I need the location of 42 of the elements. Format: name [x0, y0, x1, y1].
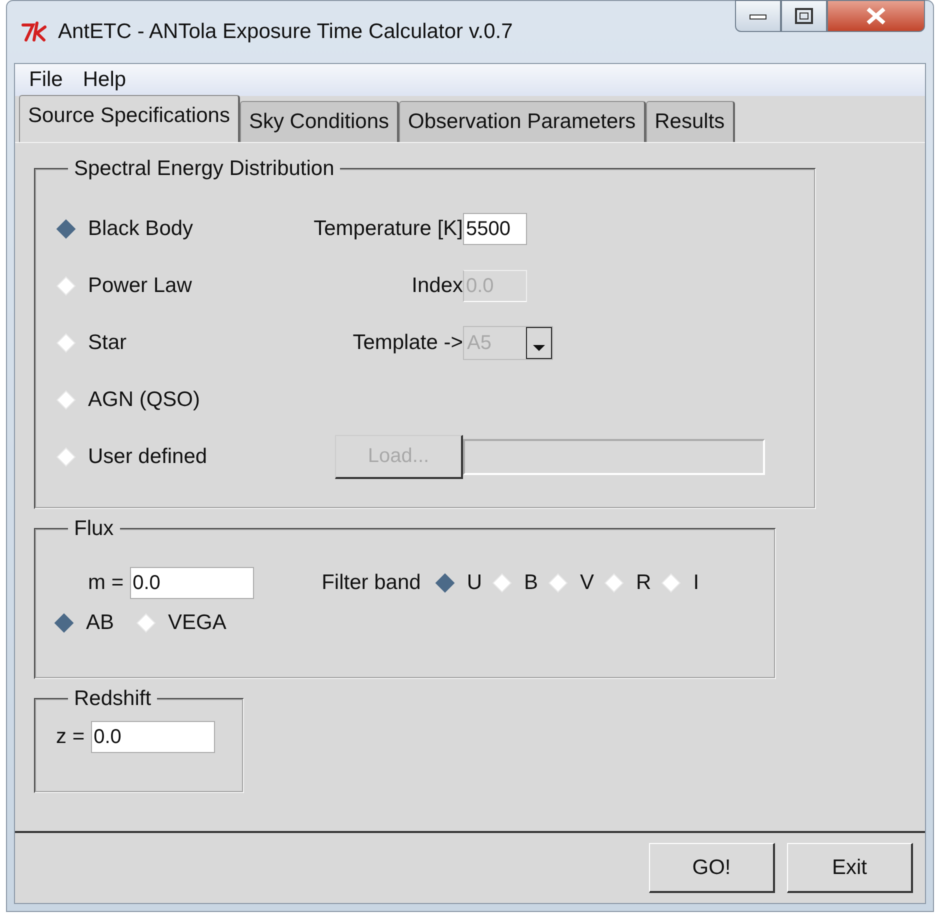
- radio-button[interactable]: [56, 219, 76, 239]
- field-label: Temperature [K]: [312, 217, 463, 241]
- field-label: Template ->: [352, 331, 463, 355]
- tab[interactable]: Observation Parameters: [399, 101, 646, 142]
- action-button[interactable]: Exit: [787, 843, 913, 893]
- option-label: VEGA: [168, 611, 226, 635]
- option-label: V: [580, 571, 594, 595]
- close-button[interactable]: [827, 0, 925, 32]
- tab[interactable]: Source Specifications: [19, 95, 240, 142]
- option-label: I: [693, 571, 700, 595]
- radio-button[interactable]: [54, 613, 74, 633]
- radio-button[interactable]: [434, 573, 455, 593]
- file-path-field[interactable]: [463, 439, 765, 475]
- option-label: B: [524, 571, 538, 595]
- field-label: Filter band: [322, 571, 421, 595]
- maximize-button[interactable]: [781, 0, 827, 32]
- input-field[interactable]: 0.0: [90, 721, 215, 753]
- field-label: m =: [88, 571, 124, 595]
- option-label: Black Body: [88, 217, 194, 241]
- option-label: AB: [86, 611, 114, 635]
- option-label: R: [636, 571, 652, 595]
- option-label: Star: [88, 331, 127, 355]
- close-icon: [865, 7, 887, 25]
- input-field[interactable]: 5500: [463, 213, 527, 245]
- field-label: Index: [410, 274, 463, 298]
- input-field[interactable]: 0.0: [130, 567, 254, 599]
- menu-item[interactable]: File: [21, 68, 71, 92]
- maximize-icon: [795, 8, 813, 24]
- group-title: Redshift: [73, 687, 152, 711]
- option-label: Power Law: [88, 274, 192, 298]
- group-title: Spectral Energy Distribution: [73, 157, 336, 181]
- option-label: U: [466, 571, 482, 595]
- tab[interactable]: Sky Conditions: [240, 101, 400, 142]
- action-button[interactable]: GO!: [649, 843, 775, 893]
- field-label: z =: [56, 725, 85, 749]
- group-title: Flux: [73, 517, 115, 541]
- tab[interactable]: Results: [646, 101, 735, 142]
- option-label: User defined: [88, 445, 208, 469]
- minimize-button[interactable]: [735, 0, 781, 32]
- menu-item[interactable]: Help: [74, 68, 134, 92]
- window-title: AntETC - ANTola Exposure Time Calculator v.0.7: [58, 20, 513, 44]
- option-label: AGN (QSO): [88, 388, 200, 412]
